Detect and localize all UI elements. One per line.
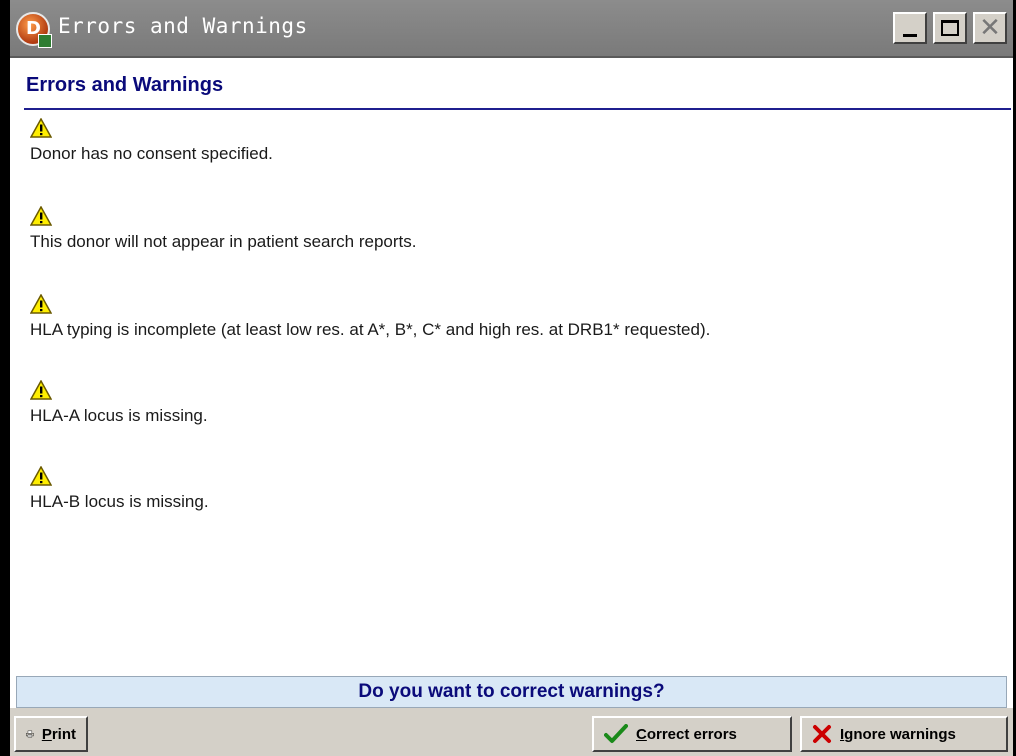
correct-errors-label: Correct errors <box>636 725 737 743</box>
errors-warnings-window: D Errors and Warnings ✕ Errors and Warni… <box>0 0 1016 756</box>
warning-icon <box>30 294 52 314</box>
warning-text: This donor will not appear in patient se… <box>30 232 417 251</box>
ignore-warnings-label: Ignore warnings <box>840 725 956 743</box>
warning-icon <box>30 118 52 138</box>
warning-text: HLA typing is incomplete (at least low r… <box>30 320 711 339</box>
page-title: Errors and Warnings <box>26 74 224 96</box>
warning-item: HLA typing is incomplete (at least low r… <box>30 294 710 340</box>
warning-text: Donor has no consent specified. <box>30 144 273 163</box>
print-button[interactable]: Print <box>14 716 88 752</box>
correct-warnings-prompt: Do you want to correct warnings? <box>16 676 1007 708</box>
heading-divider <box>24 108 1011 110</box>
close-button[interactable]: ✕ <box>973 12 1007 44</box>
warning-icon <box>30 466 52 486</box>
warning-item: HLA-A locus is missing. <box>30 380 208 426</box>
button-bar: Print Correct errors Ignore warnings <box>10 708 1013 756</box>
warning-item: This donor will not appear in patient se… <box>30 206 416 252</box>
maximize-button[interactable] <box>933 12 967 44</box>
warning-icon <box>30 380 52 400</box>
printer-icon <box>26 730 34 738</box>
warning-item: HLA-B locus is missing. <box>30 466 209 512</box>
red-x-icon <box>813 725 831 743</box>
ignore-warnings-button[interactable]: Ignore warnings <box>800 716 1008 752</box>
minimize-icon <box>903 33 917 37</box>
title-bar[interactable]: D Errors and Warnings ✕ <box>10 0 1013 58</box>
warning-item: Donor has no consent specified. <box>30 118 273 164</box>
warning-text: HLA-A locus is missing. <box>30 406 208 425</box>
checkmark-icon <box>604 724 628 743</box>
correct-errors-button[interactable]: Correct errors <box>592 716 792 752</box>
print-label: Print <box>41 725 76 743</box>
close-icon: ✕ <box>979 13 1001 43</box>
app-icon: D <box>16 12 52 48</box>
minimize-button[interactable] <box>893 12 927 44</box>
warning-icon <box>30 206 52 226</box>
warning-text: HLA-B locus is missing. <box>30 492 209 511</box>
window-title: Errors and Warnings <box>58 14 308 38</box>
maximize-icon <box>941 20 959 36</box>
